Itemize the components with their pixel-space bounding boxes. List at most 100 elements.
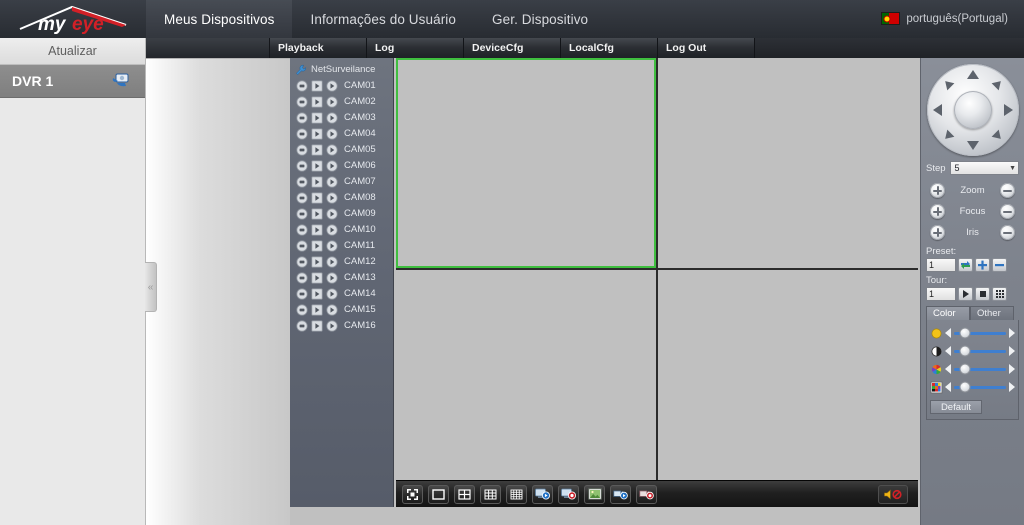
brightness-track[interactable] [954,328,1006,338]
stop-circle-icon[interactable] [296,255,308,268]
play-square-icon[interactable] [311,95,323,108]
stop-tour-icon[interactable] [975,287,990,301]
language-selector[interactable]: português(Portugal) [873,7,1016,30]
camera-row-cam16[interactable]: CAM16 [290,317,393,333]
refresh-button[interactable]: Atualizar [0,38,145,65]
nav-informacoes-do-usuario[interactable]: Informações do Usuário [292,0,474,38]
ptz-down-arrow[interactable] [966,141,979,150]
play-circle-icon[interactable] [326,79,338,92]
contrast-knob[interactable] [960,346,970,356]
play-square-icon[interactable] [311,239,323,252]
saturation-knob[interactable] [960,364,970,374]
zoom-minus-button[interactable] [999,183,1015,198]
default-button[interactable]: Default [930,400,982,414]
tab-localcfg[interactable]: LocalCfg [561,38,658,58]
play-circle-icon[interactable] [326,319,338,332]
play-circle-icon[interactable] [326,175,338,188]
play-circle-icon[interactable] [326,287,338,300]
stop-circle-icon[interactable] [296,159,308,172]
camera-row-cam09[interactable]: CAM09 [290,205,393,221]
tour-list-icon[interactable] [992,287,1007,301]
ptz-up-right-arrow[interactable] [991,77,1004,91]
ptz-left-arrow[interactable] [932,104,942,116]
play-square-icon[interactable] [311,79,323,92]
local-record-icon[interactable] [558,484,579,504]
play-circle-icon[interactable] [326,191,338,204]
stop-circle-icon[interactable] [296,127,308,140]
play-square-icon[interactable] [311,175,323,188]
stop-circle-icon[interactable] [296,223,308,236]
stop-circle-icon[interactable] [296,191,308,204]
play-square-icon[interactable] [311,191,323,204]
ptz-down-right-arrow[interactable] [991,129,1004,143]
play-circle-icon[interactable] [326,255,338,268]
stop-circle-icon[interactable] [296,143,308,156]
camera-row-cam03[interactable]: CAM03 [290,109,393,125]
play-square-icon[interactable] [311,127,323,140]
fullscreen-icon[interactable] [402,484,423,504]
remote-record-icon[interactable] [636,484,657,504]
play-circle-icon[interactable] [326,207,338,220]
snapshot-icon[interactable] [584,484,605,504]
play-square-icon[interactable] [311,255,323,268]
camera-row-cam04[interactable]: CAM04 [290,125,393,141]
camera-row-cam07[interactable]: CAM07 [290,173,393,189]
play-square-icon[interactable] [311,111,323,124]
play-square-icon[interactable] [311,303,323,316]
tab-other[interactable]: Other [970,306,1014,320]
contrast-decrease-arrow[interactable] [945,346,951,356]
saturation-track[interactable] [954,364,1006,374]
tab-log[interactable]: Log [367,38,464,58]
local-playback-icon[interactable] [532,484,553,504]
play-circle-icon[interactable] [326,303,338,316]
brightness-increase-arrow[interactable] [1009,328,1015,338]
add-preset-icon[interactable] [975,258,990,272]
zoom-plus-button[interactable] [930,183,945,198]
stop-circle-icon[interactable] [296,175,308,188]
stop-circle-icon[interactable] [296,95,308,108]
ptz-center-button[interactable] [953,91,992,129]
camera-row-cam05[interactable]: CAM05 [290,141,393,157]
ptz-down-left-arrow[interactable] [941,129,954,143]
camera-row-cam13[interactable]: CAM13 [290,269,393,285]
tab-logout[interactable]: Log Out [658,38,755,58]
ptz-joystick[interactable] [926,64,1019,156]
play-square-icon[interactable] [311,159,323,172]
play-circle-icon[interactable] [326,271,338,284]
play-circle-icon[interactable] [326,111,338,124]
play-circle-icon[interactable] [326,223,338,236]
hue-track[interactable] [954,382,1006,392]
preset-input[interactable]: 1 [926,258,956,272]
play-square-icon[interactable] [311,143,323,156]
tab-color[interactable]: Color [926,306,970,320]
play-square-icon[interactable] [311,271,323,284]
quad-view-icon[interactable] [454,484,475,504]
camera-row-cam12[interactable]: CAM12 [290,253,393,269]
play-square-icon[interactable] [311,287,323,300]
stop-circle-icon[interactable] [296,239,308,252]
tab-devicecfg[interactable]: DeviceCfg [464,38,561,58]
video-pane-2[interactable] [658,58,918,268]
brightness-decrease-arrow[interactable] [945,328,951,338]
camera-row-cam11[interactable]: CAM11 [290,237,393,253]
camera-row-cam10[interactable]: CAM10 [290,221,393,237]
ptz-up-arrow[interactable] [966,70,979,79]
remote-playback-icon[interactable] [610,484,631,504]
play-circle-icon[interactable] [326,127,338,140]
speaker-muted-icon[interactable] [878,484,908,504]
nine-view-icon[interactable] [480,484,501,504]
saturation-increase-arrow[interactable] [1009,364,1015,374]
stop-circle-icon[interactable] [296,303,308,316]
single-view-icon[interactable] [428,484,449,504]
goto-preset-icon[interactable] [958,258,973,272]
stop-circle-icon[interactable] [296,287,308,300]
play-circle-icon[interactable] [326,159,338,172]
camera-row-cam06[interactable]: CAM06 [290,157,393,173]
stop-circle-icon[interactable] [296,271,308,284]
camera-row-cam08[interactable]: CAM08 [290,189,393,205]
camera-row-cam15[interactable]: CAM15 [290,301,393,317]
stop-circle-icon[interactable] [296,111,308,124]
play-circle-icon[interactable] [326,143,338,156]
iris-plus-button[interactable] [930,225,945,240]
hue-knob[interactable] [960,382,970,392]
